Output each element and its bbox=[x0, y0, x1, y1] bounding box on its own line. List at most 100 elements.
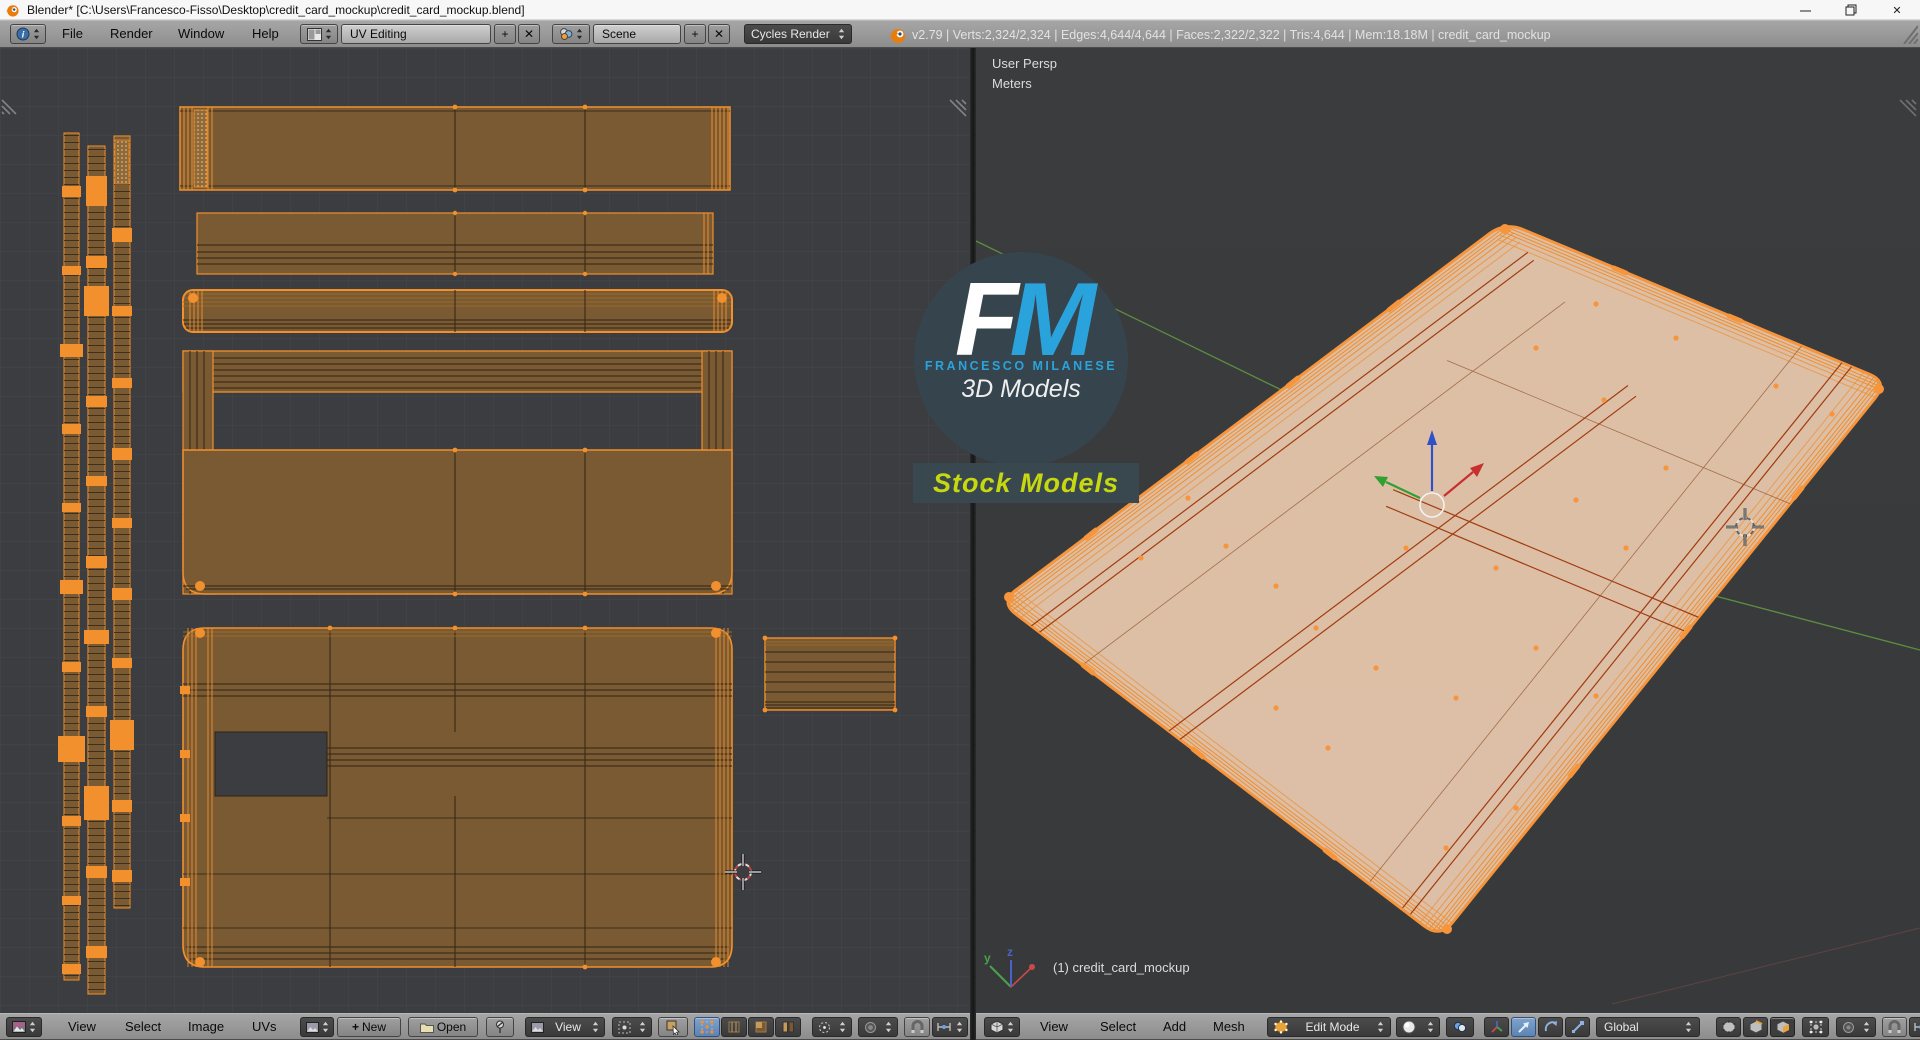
minimize-icon bbox=[1799, 10, 1811, 11]
falloff-dropdown[interactable] bbox=[858, 1017, 898, 1037]
scene-statistics: v2.79 | Verts:2,324/2,324 | Edges:4,644/… bbox=[912, 28, 1551, 42]
title-bar: Blender* [C:\Users\Francesco-Fisso\Deskt… bbox=[0, 0, 1920, 20]
uv-island-small[interactable] bbox=[762, 635, 898, 713]
screen-layout-icon bbox=[306, 27, 322, 41]
limit-to-visible-button[interactable] bbox=[1802, 1017, 1829, 1037]
snap-element-dropdown-3d[interactable] bbox=[1909, 1017, 1920, 1037]
editor-type-info-button[interactable]: i bbox=[10, 24, 46, 44]
viewport-shading-dropdown[interactable] bbox=[1396, 1017, 1440, 1037]
3d-viewport[interactable]: y z User Persp Meters (1) credit_card_mo… bbox=[975, 48, 1920, 1013]
snap-toggle-button[interactable] bbox=[904, 1017, 930, 1037]
delete-screen-layout-button[interactable]: ✕ bbox=[518, 24, 540, 44]
uv-select-mode-face-button[interactable] bbox=[748, 1017, 774, 1037]
manipulator-scale-button[interactable] bbox=[1565, 1017, 1590, 1037]
image-new-button[interactable]: + New bbox=[337, 1017, 401, 1037]
uv-sync-icon bbox=[666, 1020, 680, 1035]
3d-viewport-canvas[interactable]: y z bbox=[975, 48, 1920, 1013]
uv-island-strip-2[interactable] bbox=[84, 145, 109, 995]
editor-type-3dview-button[interactable] bbox=[984, 1017, 1020, 1037]
window-title: Blender* [C:\Users\Francesco-Fisso\Deskt… bbox=[27, 2, 525, 17]
pin-icon bbox=[496, 1020, 504, 1033]
blender-logo-icon bbox=[5, 4, 19, 17]
render-engine-dropdown[interactable]: Cycles Render bbox=[744, 24, 852, 44]
close-button[interactable]: ✕ bbox=[1874, 0, 1920, 20]
image-browse-dropdown[interactable] bbox=[300, 1017, 334, 1037]
uv-select-mode-island-button[interactable] bbox=[775, 1017, 801, 1037]
uv-editor-canvas[interactable] bbox=[0, 48, 970, 1013]
scene-icon-button[interactable] bbox=[552, 24, 590, 44]
area-corner-grip[interactable] bbox=[1899, 99, 1917, 117]
manipulator-rotate-button[interactable] bbox=[1538, 1017, 1563, 1037]
restore-button[interactable] bbox=[1828, 0, 1874, 20]
v3d-menu-view[interactable]: View bbox=[1040, 1019, 1068, 1034]
uv-island-top[interactable] bbox=[179, 104, 731, 193]
snap-element-dropdown[interactable] bbox=[932, 1017, 968, 1037]
delete-scene-button[interactable]: ✕ bbox=[708, 24, 730, 44]
uv-display-value: View bbox=[555, 1020, 581, 1034]
scene-icon bbox=[560, 28, 573, 40]
uv-island-bottom[interactable] bbox=[180, 625, 733, 970]
image-pin-button[interactable] bbox=[486, 1017, 514, 1037]
axis-y-label: y bbox=[984, 951, 991, 965]
blender-window: Blender* [C:\Users\Francesco-Fisso\Deskt… bbox=[0, 0, 1920, 1040]
manipulator-toggle-button[interactable] bbox=[1484, 1017, 1509, 1037]
add-scene-button[interactable]: + bbox=[684, 24, 706, 44]
uv-menu-uvs[interactable]: UVs bbox=[252, 1019, 277, 1034]
minimize-button[interactable] bbox=[1782, 0, 1828, 20]
plus-icon: + bbox=[351, 1020, 359, 1034]
uv-menu-view[interactable]: View bbox=[68, 1019, 96, 1034]
uv-select-mode-vertex-button[interactable] bbox=[694, 1017, 720, 1037]
pivot-dropdown[interactable] bbox=[612, 1017, 652, 1037]
screen-layout-value: UV Editing bbox=[350, 27, 407, 41]
face-select-mode-button[interactable] bbox=[1770, 1017, 1795, 1037]
v3d-menu-mesh[interactable]: Mesh bbox=[1213, 1019, 1245, 1034]
blender-logo-icon bbox=[889, 29, 905, 43]
proportional-edit-icon bbox=[1843, 1021, 1854, 1033]
vertex-select-mode-button[interactable] bbox=[1716, 1017, 1741, 1037]
spinner-arrows-icon bbox=[576, 28, 583, 40]
screen-layout-name-field[interactable]: UV Editing bbox=[341, 24, 491, 44]
uv-sync-select-button[interactable] bbox=[658, 1017, 688, 1037]
transform-orientation-dropdown[interactable]: Global bbox=[1596, 1017, 1700, 1037]
uv-island-frame[interactable] bbox=[182, 350, 733, 597]
credit-card-mesh[interactable] bbox=[1002, 224, 1886, 936]
spinner-arrows-icon bbox=[639, 1021, 646, 1033]
editor-type-image-button[interactable] bbox=[6, 1017, 42, 1037]
scene-value: Scene bbox=[602, 27, 637, 41]
proportional-edit-dropdown[interactable] bbox=[812, 1017, 852, 1037]
image-open-button[interactable]: Open bbox=[408, 1017, 478, 1037]
rotate-icon bbox=[1544, 1021, 1557, 1032]
menu-help[interactable]: Help bbox=[252, 26, 279, 41]
uv-menu-image[interactable]: Image bbox=[188, 1019, 224, 1034]
uv-editor-header: View Select Image UVs + New Open View bbox=[0, 1013, 970, 1040]
edge-select-mode-button[interactable] bbox=[1743, 1017, 1768, 1037]
scene-name-field[interactable]: Scene bbox=[593, 24, 681, 44]
menu-window[interactable]: Window bbox=[178, 26, 224, 41]
proportional-edit-dropdown-3d[interactable] bbox=[1836, 1017, 1876, 1037]
render-preview-toggle-button[interactable] bbox=[1446, 1017, 1474, 1037]
mini-axis-gizmo: y z bbox=[984, 945, 1035, 988]
close-icon: ✕ bbox=[713, 27, 725, 41]
close-icon: ✕ bbox=[523, 27, 535, 41]
v3d-menu-select[interactable]: Select bbox=[1100, 1019, 1136, 1034]
uv-island-strips-2[interactable] bbox=[196, 210, 714, 277]
folder-icon bbox=[419, 1023, 434, 1033]
uv-island-strip-3[interactable] bbox=[110, 135, 134, 909]
menu-file[interactable]: File bbox=[62, 26, 83, 41]
screen-layout-icon-button[interactable] bbox=[300, 24, 338, 44]
v3d-menu-add[interactable]: Add bbox=[1163, 1019, 1186, 1034]
header-grip-icon[interactable] bbox=[1900, 24, 1918, 44]
uv-display-dropdown[interactable]: View bbox=[525, 1017, 605, 1037]
uv-select-mode-edge-button[interactable] bbox=[721, 1017, 747, 1037]
plus-icon: + bbox=[691, 27, 699, 41]
uv-editor-viewport[interactable] bbox=[0, 48, 970, 1013]
snap-toggle-button-3d[interactable] bbox=[1882, 1017, 1907, 1037]
uv-island-rounded-bar[interactable] bbox=[182, 289, 733, 333]
restore-icon bbox=[1845, 4, 1857, 16]
mode-dropdown[interactable]: Edit Mode bbox=[1267, 1017, 1391, 1037]
spinner-arrows-icon bbox=[838, 28, 845, 40]
uv-menu-select[interactable]: Select bbox=[125, 1019, 161, 1034]
manipulator-translate-button[interactable] bbox=[1511, 1017, 1536, 1037]
add-screen-layout-button[interactable]: + bbox=[494, 24, 516, 44]
menu-render[interactable]: Render bbox=[110, 26, 153, 41]
